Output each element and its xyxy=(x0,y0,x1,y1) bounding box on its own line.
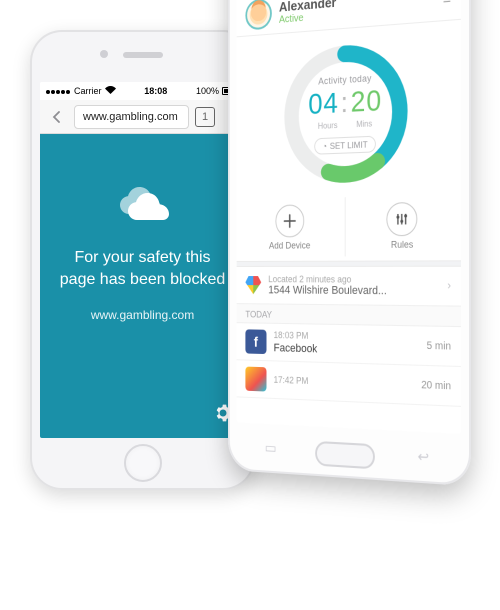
set-limit-button[interactable]: ◔ SET LIMIT xyxy=(314,136,376,155)
hours-unit: Hours xyxy=(318,121,338,131)
clock-icon: ◔ xyxy=(322,141,327,152)
activity-ring: Activity today 04:20 Hours Mins ◔ SET LI… xyxy=(277,32,415,193)
activity-panel: Activity today 04:20 Hours Mins ◔ SET LI… xyxy=(237,20,461,261)
recents-softkey[interactable]: ▭ xyxy=(265,439,277,457)
safari-toolbar: www.gambling.com 1 ⋮ xyxy=(40,100,245,134)
location-address: 1544 Wilshire Boulevard... xyxy=(268,284,386,297)
app-time: 18:03 PM xyxy=(274,330,318,341)
front-camera xyxy=(100,50,108,58)
url-field[interactable]: www.gambling.com xyxy=(74,105,189,129)
samsung-perspective: SAMSUNG ▭ ↩ ▾ ◢ ▮ 18:08 Alexander Active… xyxy=(228,0,500,610)
blocked-site: www.gambling.com xyxy=(91,308,194,322)
sliders-icon xyxy=(387,202,418,236)
menu-icon[interactable]: ≡ xyxy=(443,0,451,7)
back-button[interactable] xyxy=(46,106,68,128)
app-name: Facebook xyxy=(274,342,318,355)
home-button[interactable] xyxy=(124,444,162,482)
url-text: www.gambling.com xyxy=(83,111,178,123)
earpiece xyxy=(123,52,163,58)
action-row: Add Device Rules xyxy=(237,195,461,257)
app-duration: 20 min xyxy=(421,379,451,392)
iphone-device: Carrier 18:08 100% www.gambling.com 1 ⋮ xyxy=(30,30,255,490)
battery-pct: 100% xyxy=(196,86,219,96)
mins-unit: Mins xyxy=(356,119,372,129)
mins-value: 20 xyxy=(351,84,382,118)
plus-icon xyxy=(275,204,304,237)
hours-value: 04 xyxy=(308,86,339,120)
cloud-icon xyxy=(115,184,171,229)
app-icon xyxy=(245,367,266,392)
iphone-screen: Carrier 18:08 100% www.gambling.com 1 ⋮ xyxy=(40,82,245,438)
location-row[interactable]: Located 2 minutes ago 1544 Wilshire Boul… xyxy=(237,267,461,306)
carrier-label: Carrier xyxy=(74,86,102,96)
tabs-button[interactable]: 1 xyxy=(195,107,215,127)
blocked-message: For your safety this page has been block… xyxy=(58,247,227,292)
app-duration: 5 min xyxy=(427,340,451,352)
rules-button[interactable]: Rules xyxy=(344,195,461,257)
chevron-right-icon: › xyxy=(447,280,451,293)
status-time: 18:08 xyxy=(144,86,167,96)
samsung-screen: ▾ ◢ ▮ 18:08 Alexander Active ≡ xyxy=(237,0,461,434)
wifi-icon xyxy=(105,86,116,96)
add-device-label: Add Device xyxy=(269,240,310,251)
samsung-device: SAMSUNG ▭ ↩ ▾ ◢ ▮ 18:08 Alexander Active… xyxy=(228,0,471,486)
tab-count: 1 xyxy=(202,111,208,123)
facebook-icon: f xyxy=(245,329,266,354)
app-time: 17:42 PM xyxy=(274,375,309,386)
map-pin-icon xyxy=(245,276,261,294)
rules-label: Rules xyxy=(391,239,413,250)
add-device-button[interactable]: Add Device xyxy=(237,197,345,257)
avatar[interactable] xyxy=(245,0,271,30)
located-ago: Located 2 minutes ago xyxy=(268,274,386,285)
signal-icon xyxy=(46,86,71,96)
back-softkey[interactable]: ↩ xyxy=(418,448,430,467)
set-limit-label: SET LIMIT xyxy=(330,139,368,151)
home-button[interactable] xyxy=(315,441,375,470)
activity-time: 04:20 xyxy=(308,84,382,121)
ios-status-bar: Carrier 18:08 100% xyxy=(40,82,245,100)
app-row[interactable]: 17:42 PM 20 min xyxy=(237,360,461,407)
blocked-page: For your safety this page has been block… xyxy=(40,134,245,438)
